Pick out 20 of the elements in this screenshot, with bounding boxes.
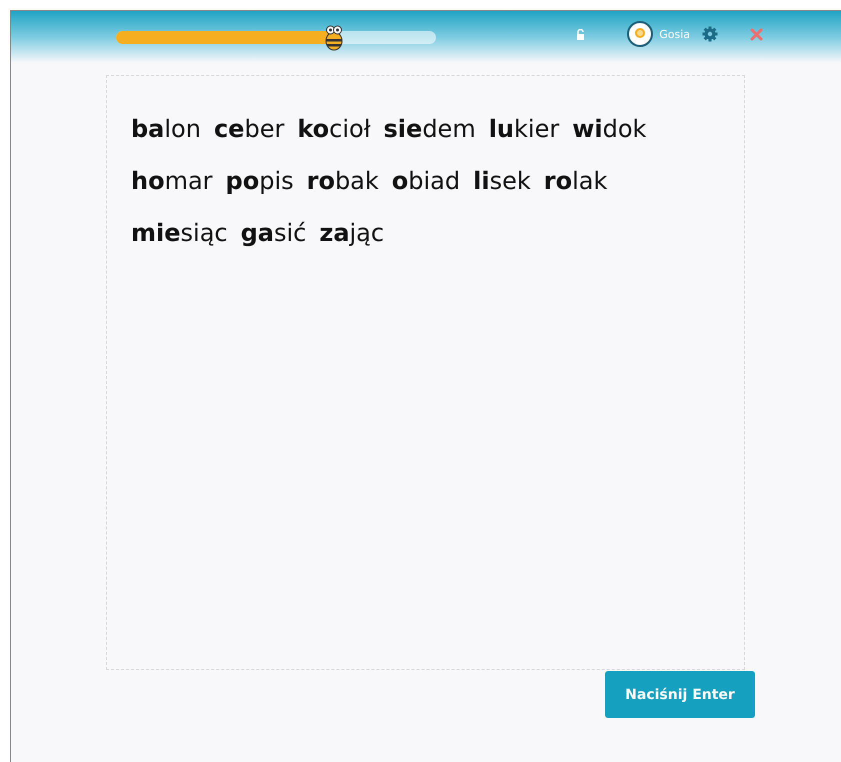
lock-icon[interactable] <box>576 28 586 40</box>
syllable-word: gasić <box>240 218 306 249</box>
syllable-word: balon <box>131 114 201 145</box>
syllable-word: lukier <box>488 114 560 145</box>
settings-icon[interactable] <box>702 26 718 42</box>
syllable-word: ceber <box>214 114 284 145</box>
syllable-word: kocioł <box>297 114 371 145</box>
syllable-word: robak <box>306 166 379 197</box>
syllable-word: obiad <box>392 166 460 197</box>
user-name: Gosia <box>659 28 690 40</box>
syllable-word: widok <box>572 114 646 145</box>
syllable-word: rolak <box>544 166 608 197</box>
syllable-word: lisek <box>473 166 531 197</box>
syllable-word: zając <box>319 218 384 249</box>
enter-button[interactable]: Naciśnij Enter <box>605 671 755 718</box>
avatar-icon[interactable] <box>627 21 654 47</box>
syllable-word: homar <box>131 166 213 197</box>
syllable-word: popis <box>226 166 294 197</box>
syllable-word: miesiąc <box>131 218 228 249</box>
syllable-word: siedem <box>384 114 476 145</box>
